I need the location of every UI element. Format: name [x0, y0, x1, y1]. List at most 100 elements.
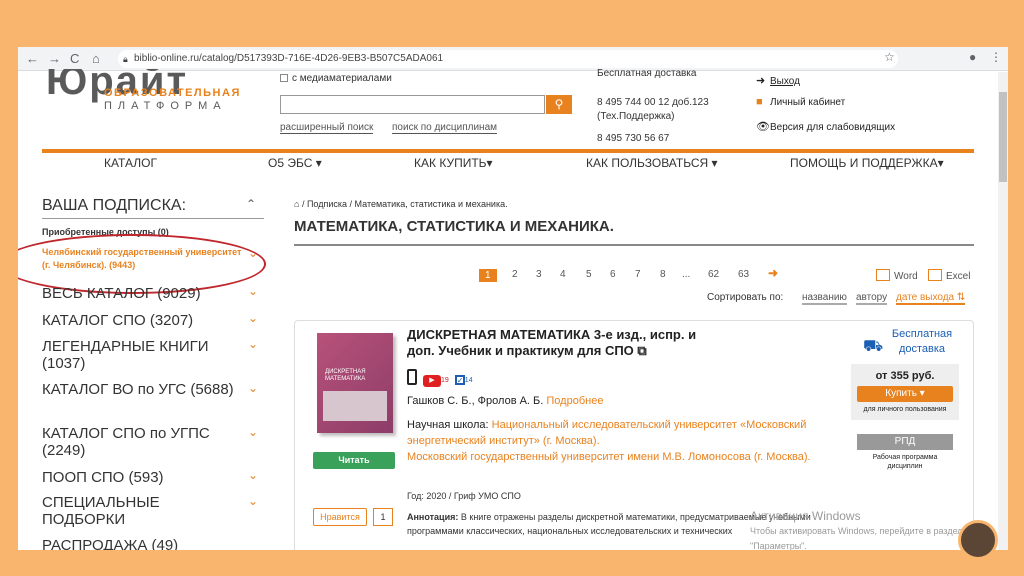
export-excel[interactable]: Excel [928, 269, 970, 282]
sort-by-name[interactable]: названию [802, 292, 847, 305]
low-vision-link[interactable]: 👁︎Версия для слабовидящих [756, 120, 895, 133]
search-button[interactable]: ⚲ [546, 95, 572, 114]
sort-by-date[interactable]: дате выхода ⇅ [896, 292, 966, 305]
sidebar-item-spo-ugps[interactable]: КАТАЛОГ СПО по УГПС (2249) [42, 425, 242, 459]
sidebar-item-special[interactable]: СПЕЦИАЛЬНЫЕ ПОДБОРКИ [42, 494, 242, 528]
nav-how-to-use[interactable]: КАК ПОЛЬЗОВАТЬСЯ ▾ [586, 156, 718, 170]
chevron-down-icon[interactable]: ⌄ [248, 494, 258, 508]
url-text: biblio-online.ru/catalog/D517393D-716E-4… [134, 53, 444, 64]
rpd-button[interactable]: РПД [857, 434, 953, 450]
rpd-note: Рабочая программа дисциплин [872, 454, 938, 470]
next-page-icon[interactable]: ➜ [768, 266, 778, 280]
video-icon[interactable]: ▶ [423, 375, 441, 387]
buy-note: для личного пользования [863, 406, 947, 413]
page-title: МАТЕМАТИКА, СТАТИСТИКА И МЕХАНИКА. [294, 218, 614, 235]
checkbox-icon[interactable] [280, 74, 288, 82]
page-2[interactable]: 2 [512, 269, 518, 280]
more-link[interactable]: Подробнее [546, 395, 603, 407]
sort-by-author[interactable]: автору [856, 292, 888, 305]
export-word[interactable]: Word [876, 269, 918, 282]
excel-icon [928, 269, 942, 281]
buy-button[interactable]: Купить ▾ [857, 386, 953, 402]
sidebar-item-sale[interactable]: РАСПРОДАЖА (49) [42, 537, 242, 550]
nav-about[interactable]: О5 ЭБС ▾ [268, 156, 322, 170]
forward-icon[interactable]: → [48, 51, 61, 66]
back-icon[interactable]: ← [26, 51, 39, 66]
test-icon[interactable]: ✓ [454, 375, 465, 385]
page-8[interactable]: 8 [660, 269, 666, 280]
chevron-down-icon[interactable]: ⌄ [248, 381, 258, 395]
school-link-2[interactable]: Московский государственный университет и… [407, 451, 811, 463]
cabinet-link[interactable]: ■ Личный кабинет [756, 96, 845, 108]
free-delivery-link[interactable]: Бесплатная доставка [597, 68, 696, 79]
breadcrumb: ⌂ / Подписка / Математика, статистика и … [294, 199, 508, 209]
nav-how-to-buy[interactable]: КАК КУПИТЬ▾ [414, 156, 493, 170]
reload-icon[interactable]: C [70, 51, 79, 66]
book-meta: Год: 2020 / Гриф УМО СПО [407, 491, 521, 501]
price: от 355 руб. [875, 370, 935, 382]
scrollbar[interactable] [998, 72, 1008, 550]
video-count: 19 [441, 377, 449, 384]
media-checkbox[interactable]: с медиаматериалами [280, 73, 392, 84]
star-icon[interactable]: ☆ [884, 50, 895, 64]
address-bar[interactable]: 🔒︎ biblio-online.ru/catalog/D517393D-716… [118, 50, 898, 68]
free-delivery-label[interactable]: Бесплатная доставка [887, 327, 957, 357]
sidebar-item-all[interactable]: ВЕСЬ КАТАЛОГ (9029) [42, 285, 242, 302]
chevron-up-icon[interactable]: ⌃ [246, 197, 256, 211]
chevron-down-icon[interactable]: ⌄ [248, 284, 258, 298]
page-4[interactable]: 4 [560, 269, 566, 280]
scroll-thumb[interactable] [999, 92, 1007, 182]
chevron-down-icon[interactable]: ⌄ [248, 311, 258, 325]
browser-toolbar: ← → C ⌂ 🔒︎ biblio-online.ru/catalog/D517… [18, 47, 1008, 71]
page-5[interactable]: 5 [586, 269, 592, 280]
page-63[interactable]: 63 [738, 269, 749, 280]
phone-support-note: (Тех.Поддержка) [597, 111, 675, 122]
book-title[interactable]: ДИСКРЕТНАЯ МАТЕМАТИКА 3-е изд., испр. и … [407, 327, 727, 359]
phone-main: 8 495 730 56 67 [597, 133, 670, 144]
lock-icon: 🔒︎ [123, 54, 128, 64]
page-6[interactable]: 6 [610, 269, 616, 280]
home-icon[interactable]: ⌂ [294, 199, 299, 209]
phone-support: 8 495 744 00 12 доб.123 [597, 97, 709, 108]
test-count: 14 [464, 377, 473, 384]
search-by-discipline-link[interactable]: поиск по дисциплинам [392, 122, 497, 134]
book-cover[interactable]: ДИСКРЕТНАЯ МАТЕМАТИКА [317, 333, 393, 433]
word-icon [876, 269, 890, 281]
advanced-search-link[interactable]: расширенный поиск [280, 122, 374, 134]
sidebar-item-spo[interactable]: КАТАЛОГ СПО (3207) [42, 312, 242, 329]
read-button[interactable]: Читать [313, 452, 395, 469]
scientific-school: Научная школа: Национальный исследовател… [407, 419, 811, 463]
exit-link[interactable]: ➜ Выход [756, 74, 800, 87]
nav-catalog[interactable]: КАТАЛОГ [104, 156, 157, 170]
home-icon[interactable]: ⌂ [92, 51, 100, 66]
page-ellipsis: ... [682, 269, 691, 280]
chevron-down-icon[interactable]: ⌄ [248, 468, 258, 482]
cover-title: ДИСКРЕТНАЯ МАТЕМАТИКА [325, 369, 366, 382]
chevron-down-icon[interactable]: ⌄ [248, 337, 258, 351]
sidebar-item-legendary[interactable]: ЛЕГЕНДАРНЫЕ КНИГИ (1037) [42, 338, 242, 372]
sidebar-item-poop[interactable]: ПООП СПО (593) [42, 469, 242, 486]
authors: Гашков С. Б., Фролов А. Б. Подробнее [407, 395, 604, 407]
user-icon: ■ [756, 96, 763, 108]
chevron-down-icon[interactable]: ⌄ [248, 425, 258, 439]
like-button[interactable]: Нравится [313, 508, 367, 526]
sidebar-item-vo-ugs[interactable]: КАТАЛОГ ВО по УГС (5688) [42, 381, 242, 398]
search-input[interactable] [280, 95, 545, 114]
menu-icon[interactable]: ⋮ [990, 50, 1002, 64]
breadcrumb-subscription[interactable]: Подписка [307, 199, 347, 209]
profile-icon[interactable]: ● [969, 50, 976, 64]
page-62[interactable]: 62 [708, 269, 719, 280]
slide-corner-badge [958, 520, 998, 560]
browser-window: ← → C ⌂ 🔒︎ biblio-online.ru/catalog/D517… [18, 47, 1008, 550]
main-nav: КАТАЛОГ О5 ЭБС ▾ КАК КУПИТЬ▾ КАК ПОЛЬЗОВ… [42, 149, 974, 171]
page-1[interactable]: 1 [479, 269, 497, 282]
logo-line1: ОБРАЗОВАТЕЛЬНАЯ [104, 87, 241, 99]
nav-help[interactable]: ПОМОЩЬ И ПОДДЕРЖКА▾ [790, 156, 944, 170]
mobile-icon[interactable] [407, 369, 417, 385]
divider [42, 218, 264, 219]
logo[interactable]: Юрайт ОБРАЗОВАТЕЛЬНАЯ ПЛАТФОРМА [44, 69, 264, 117]
page-7[interactable]: 7 [635, 269, 641, 280]
page-3[interactable]: 3 [536, 269, 542, 280]
eye-icon: 👁︎ [756, 121, 770, 133]
copy-icon[interactable]: ⧉ [637, 343, 646, 358]
